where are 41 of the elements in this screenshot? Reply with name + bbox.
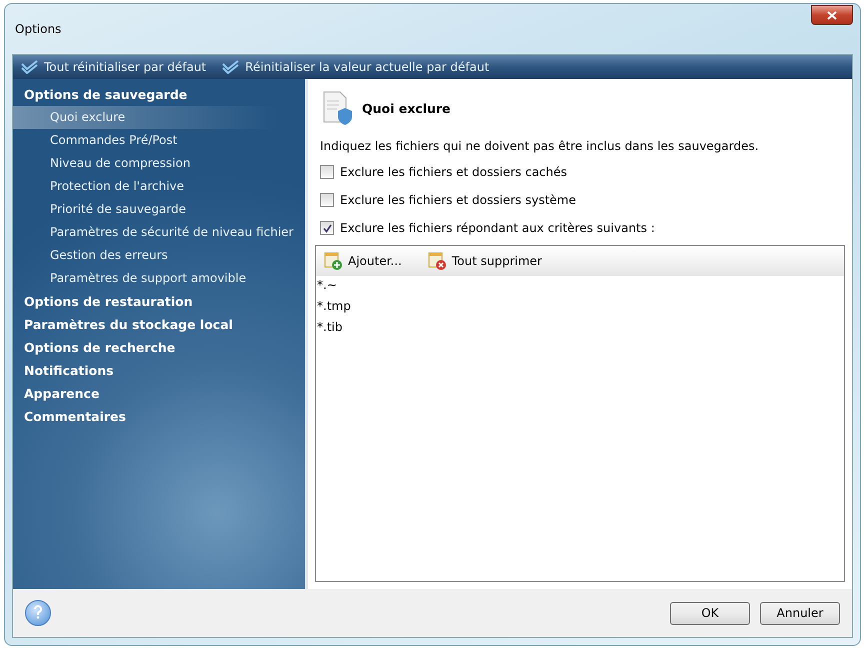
sidebar-group[interactable]: Paramètres du stockage local [13, 313, 305, 336]
checkbox-label: Exclure les fichiers et dossiers système [340, 193, 576, 207]
checkbox-label: Exclure les fichiers répondant aux critères suivants : [340, 221, 655, 235]
checkbox[interactable] [320, 193, 334, 207]
double-check-icon [222, 60, 240, 74]
add-button[interactable]: Ajouter... [324, 252, 402, 270]
sidebar-group[interactable]: Commentaires [13, 405, 305, 428]
reset-button[interactable]: Tout réinitialiser par défaut [21, 60, 206, 74]
sidebar-item[interactable]: Priorité de sauvegarde [13, 198, 305, 221]
checkbox[interactable] [320, 165, 334, 179]
checkbox[interactable] [320, 221, 334, 235]
sidebar-item[interactable]: Paramètres de sécurité de niveau fichier [13, 221, 305, 244]
list-item[interactable]: *.~ [316, 276, 844, 297]
sidebar-item[interactable]: Commandes Pré/Post [13, 129, 305, 152]
sidebar-group[interactable]: Options de recherche [13, 336, 305, 359]
delete-list-icon [428, 252, 446, 270]
question-icon [33, 604, 43, 618]
sidebar-group[interactable]: Options de sauvegarde [13, 83, 305, 106]
section-title: Quoi exclure [362, 100, 451, 116]
reset-button[interactable]: Réinitialiser la valeur actuelle par défaut [222, 60, 490, 74]
checkbox-label: Exclure les fichiers et dossiers cachés [340, 165, 568, 179]
sidebar-item[interactable]: Protection de l'archive [13, 175, 305, 198]
sidebar-item[interactable]: Niveau de compression [13, 152, 305, 175]
help-button[interactable] [25, 600, 51, 626]
window-title: Options [14, 22, 62, 36]
list-item[interactable]: *.tmp [316, 297, 844, 318]
document-shield-icon [322, 91, 352, 125]
description-text: Indiquez les fichiers qui ne doivent pas être inclus dans les sauvegardes. [320, 139, 760, 153]
list-item[interactable]: *.tib [316, 318, 844, 339]
add-list-icon [324, 252, 342, 270]
sidebar-item[interactable]: Paramètres de support amovible [13, 267, 305, 290]
remove-all-button[interactable]: Tout supprimer [428, 252, 542, 270]
cancel-button[interactable]: Annuler [760, 602, 840, 624]
sidebar-group[interactable]: Apparence [13, 382, 305, 405]
close-button[interactable] [811, 5, 853, 25]
double-check-icon [21, 60, 39, 74]
ok-button[interactable]: OK [670, 602, 750, 624]
sidebar-group[interactable]: Notifications [13, 359, 305, 382]
sidebar-group[interactable]: Options de restauration [13, 290, 305, 313]
close-icon [827, 10, 837, 20]
sidebar-item[interactable]: Gestion des erreurs [13, 244, 305, 267]
